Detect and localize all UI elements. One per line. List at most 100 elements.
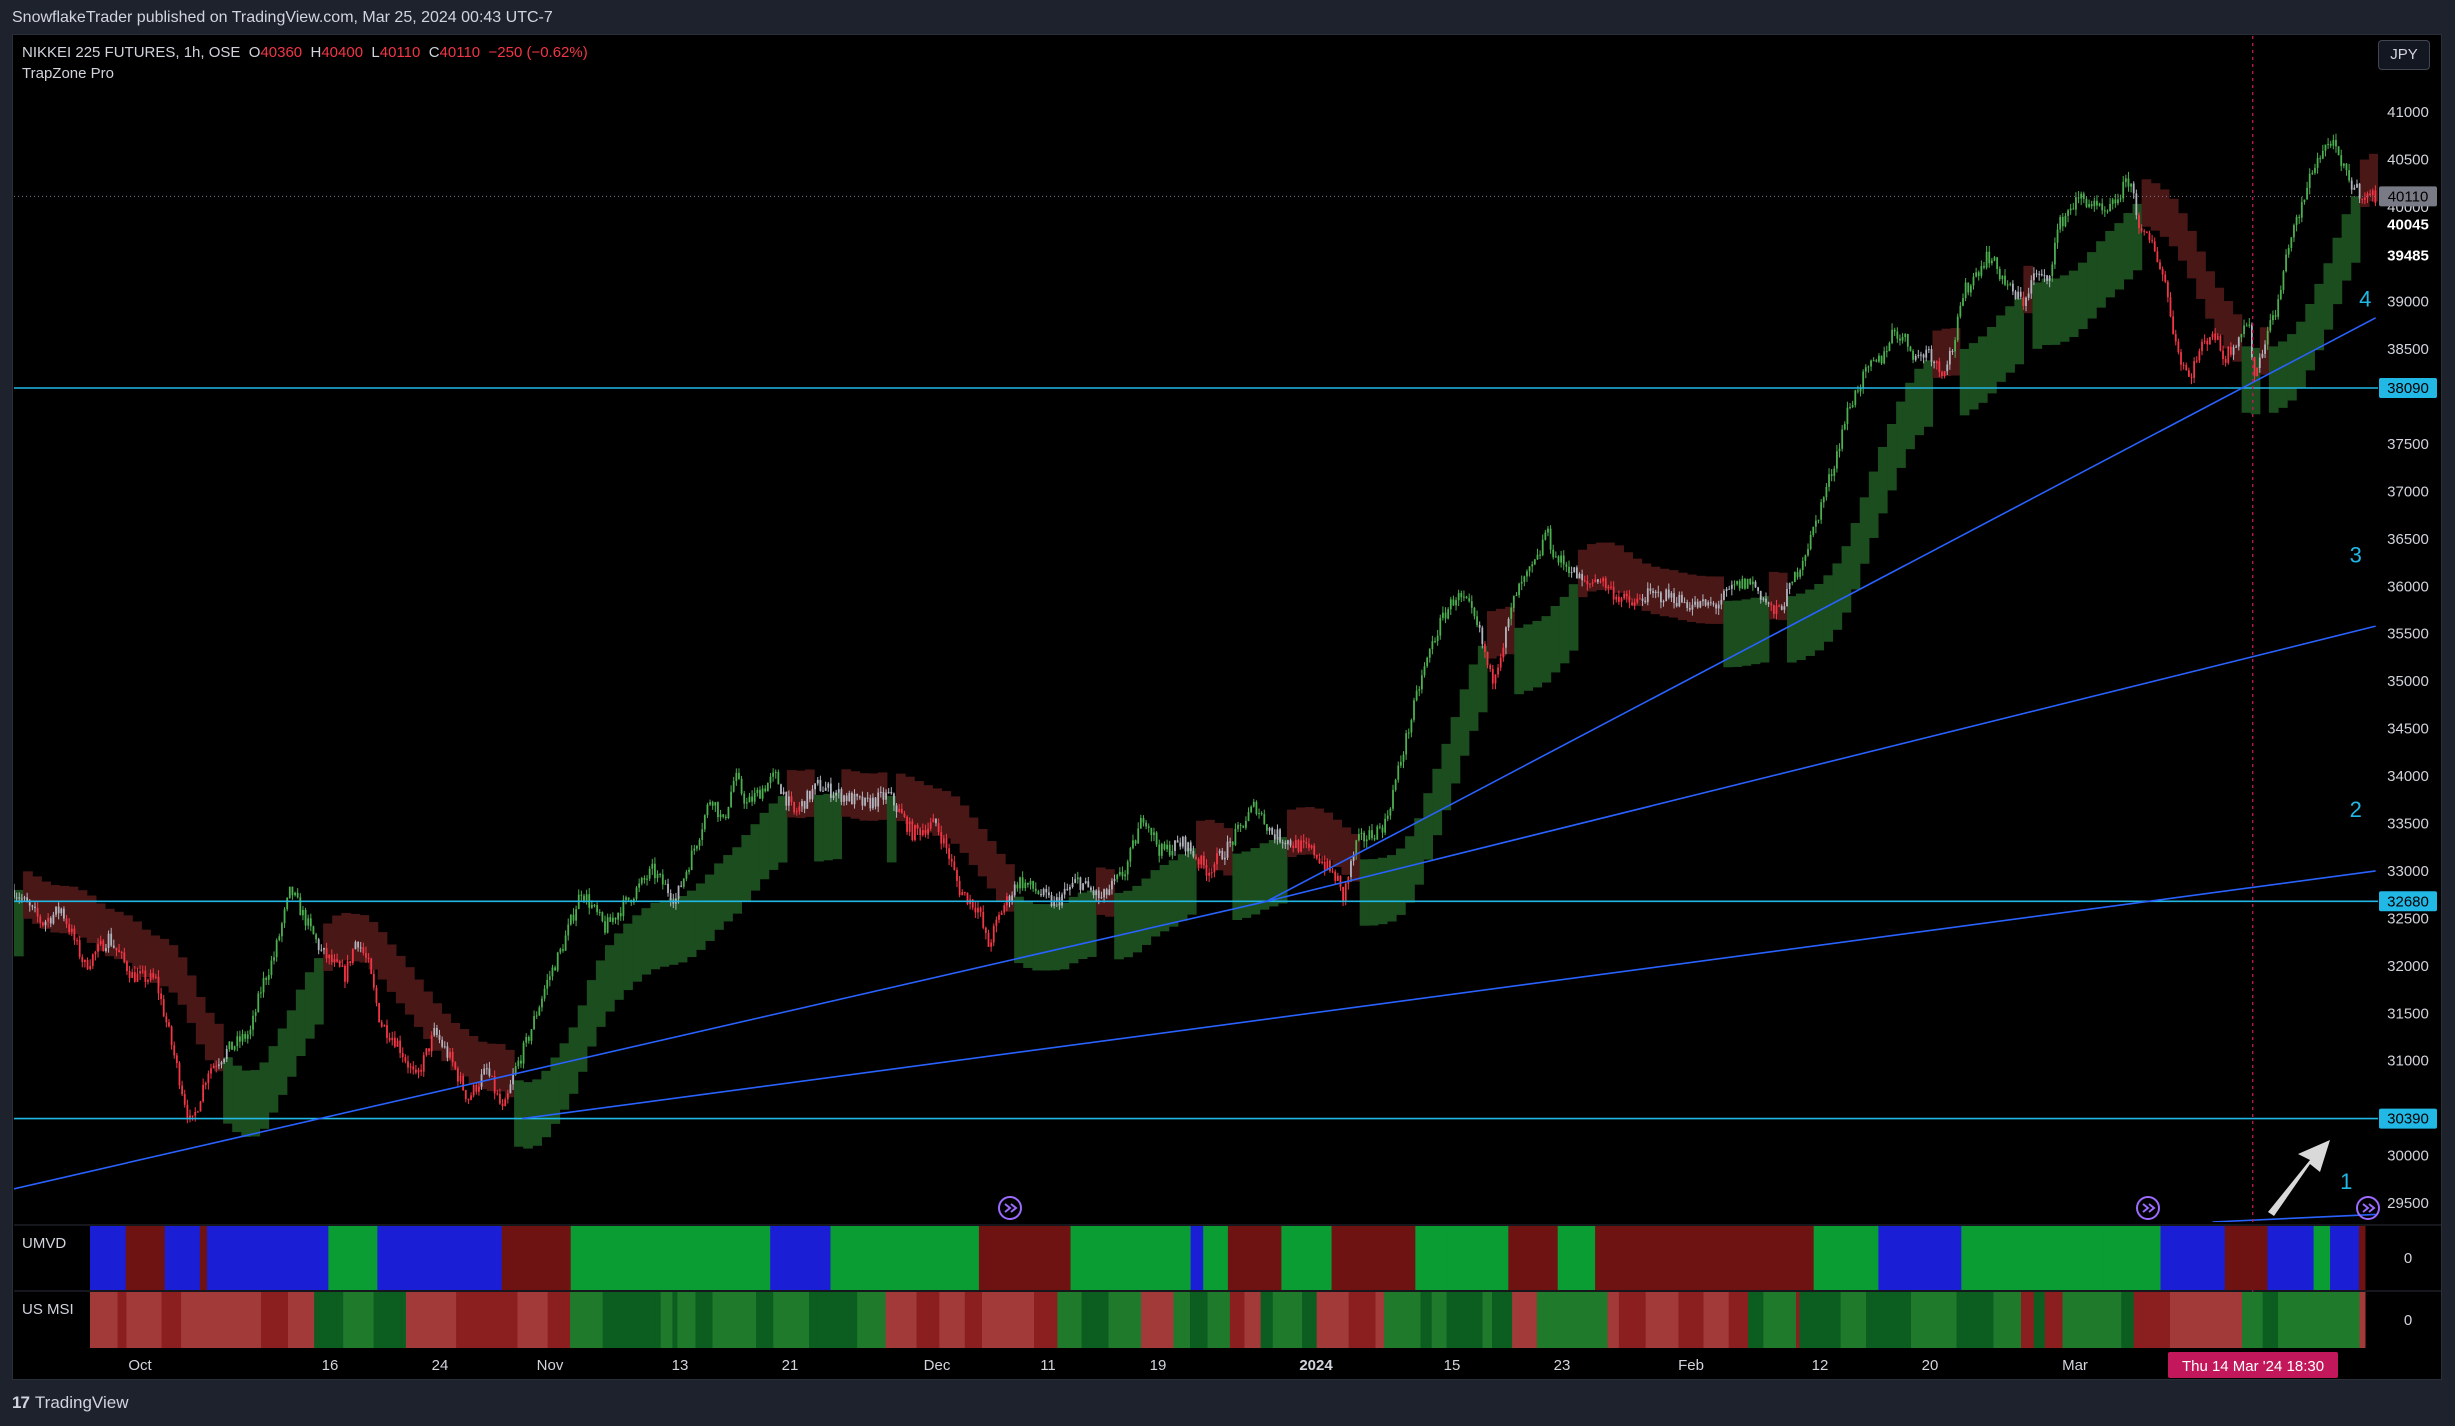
sub-panel-bar xyxy=(695,1292,713,1348)
candle-body xyxy=(28,902,31,906)
candle-body xyxy=(1904,334,1907,337)
sub-panel-bar xyxy=(2334,1292,2361,1348)
candle-body xyxy=(2287,247,2290,255)
candle-body xyxy=(819,779,822,792)
candle-body xyxy=(2206,340,2209,345)
low-label: L xyxy=(371,44,380,61)
candle-body xyxy=(412,1066,415,1070)
candle-body xyxy=(1287,840,1289,845)
candle-body xyxy=(70,928,73,932)
candle-body xyxy=(640,878,643,884)
candle-body xyxy=(685,871,688,879)
candle-body xyxy=(1210,872,1213,874)
sub-panel-bar xyxy=(1892,1292,1903,1348)
candle-body xyxy=(435,1028,438,1035)
candle-body xyxy=(1799,570,1802,577)
sub-panel-bar xyxy=(2103,1226,2161,1290)
sub-panel-bar xyxy=(501,1226,572,1290)
cloud-segment xyxy=(1532,621,1543,688)
candle-body xyxy=(1570,572,1573,574)
chart-svg[interactable]: 4321415004100040500400003900038500375003… xyxy=(0,0,2455,1426)
candle-body xyxy=(47,917,50,922)
cloud-segment xyxy=(623,923,633,991)
candle-body xyxy=(199,1101,202,1112)
candle-body xyxy=(204,1082,207,1085)
candle-body xyxy=(1631,602,1633,606)
cloud-segment xyxy=(1614,545,1624,593)
candle-body xyxy=(309,918,312,927)
candle-body xyxy=(1237,824,1239,829)
candle-body xyxy=(966,892,969,904)
candle-body xyxy=(764,788,767,792)
candle-body xyxy=(1733,584,1736,586)
candle-body xyxy=(680,885,683,887)
candle-body xyxy=(1381,827,1384,833)
candle-body xyxy=(924,830,927,835)
candle-body xyxy=(1279,829,1281,843)
candle-body xyxy=(1166,844,1169,850)
cloud-segment xyxy=(759,812,770,880)
candle-body xyxy=(2138,215,2140,229)
candle-body xyxy=(2082,193,2085,199)
sub-panel-bar xyxy=(660,1292,673,1348)
cloud-segment xyxy=(1032,904,1043,971)
currency-button[interactable]: JPY xyxy=(2378,40,2430,70)
candle-body xyxy=(1111,880,1113,890)
cloud-segment xyxy=(232,1065,242,1133)
candle-body xyxy=(1360,832,1363,835)
candle-body xyxy=(1449,599,1452,610)
indicator-name[interactable]: TrapZone Pro xyxy=(22,65,114,82)
cloud-segment xyxy=(768,803,779,870)
candle-body xyxy=(2232,347,2235,355)
candle-body xyxy=(900,808,903,814)
sub-panel-bar xyxy=(117,1292,127,1348)
candle-body xyxy=(386,1025,388,1038)
candle-body xyxy=(2135,193,2138,216)
candle-body xyxy=(1707,602,1710,606)
candle-body xyxy=(1048,892,1050,896)
price-tick-label: 34000 xyxy=(2387,768,2429,785)
candle-body xyxy=(2140,228,2143,232)
candle-body xyxy=(1822,497,1825,503)
sub-panel-bar xyxy=(275,1292,289,1348)
candle-body xyxy=(286,897,289,910)
sub-panel-bar xyxy=(655,1292,662,1348)
candle-body xyxy=(1350,860,1352,878)
candle-body xyxy=(1549,528,1552,550)
candle-body xyxy=(2148,232,2151,241)
candle-body xyxy=(1841,429,1844,449)
candle-body xyxy=(115,947,118,951)
candle-body xyxy=(1565,564,1568,567)
candle-body xyxy=(1042,888,1045,896)
sub-panel-bar xyxy=(1662,1226,1724,1290)
cloud-segment xyxy=(2150,183,2161,231)
cloud-segment xyxy=(468,1036,479,1084)
candle-body xyxy=(1329,860,1331,872)
candle-body xyxy=(1830,474,1833,476)
candle-body xyxy=(65,918,68,925)
price-tick-label: 31000 xyxy=(2387,1053,2429,1070)
candle-body xyxy=(1405,733,1408,755)
candle-body xyxy=(1523,576,1526,582)
candle-body xyxy=(974,907,977,913)
candle-body xyxy=(1431,641,1434,650)
candle-body xyxy=(1470,601,1473,608)
sub-panel-bar xyxy=(1190,1226,1204,1290)
candle-body xyxy=(509,1084,512,1094)
candle-body xyxy=(538,1007,541,1016)
candle-body xyxy=(1055,897,1058,901)
sub-panel-bar xyxy=(161,1292,168,1348)
cloud-segment xyxy=(605,945,615,1012)
cloud-segment xyxy=(2096,241,2106,308)
cloud-segment xyxy=(1514,627,1524,695)
sub-panel-bar xyxy=(1234,1226,1238,1290)
candle-body xyxy=(745,802,748,804)
candle-body xyxy=(1137,828,1140,844)
time-tick-label: 13 xyxy=(672,1357,689,1374)
symbol-name[interactable]: NIKKEI 225 FUTURES, 1h, OSE xyxy=(22,44,240,61)
candle-body xyxy=(2224,359,2227,363)
tradingview-logo[interactable]: 17 TradingView xyxy=(12,1393,128,1413)
candle-body xyxy=(1168,844,1171,856)
sub-panel-bar xyxy=(164,1226,201,1290)
candle-body xyxy=(766,782,769,792)
